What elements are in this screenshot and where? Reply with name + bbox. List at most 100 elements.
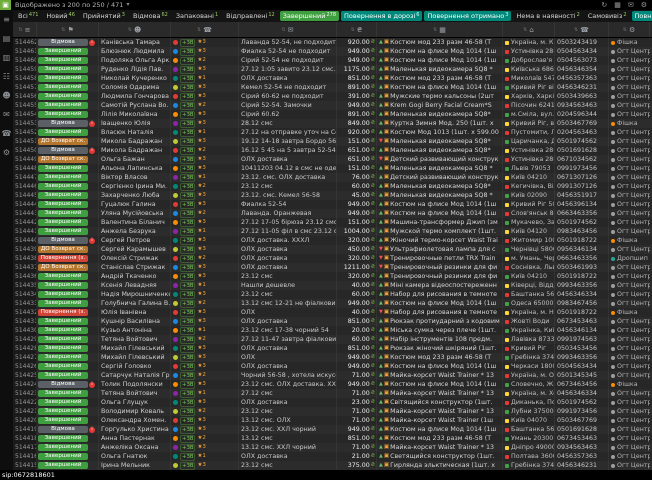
call-button[interactable]: +ЗВ — [180, 345, 195, 353]
customer-phone[interactable]: 0456346231 — [555, 461, 609, 470]
product-cell[interactable]: ▲ ▣ Гирлянда эльктическая (1шт. х — [377, 461, 503, 470]
table-row[interactable]: 514443 Завершений Уляна Мусійовська +ЗВ … — [13, 209, 652, 218]
order-comment[interactable]: ОЛХ доставка — [239, 362, 337, 371]
call-button[interactable]: +ЗВ — [180, 327, 195, 335]
customer-phone[interactable]: 0504563434 — [555, 362, 609, 371]
table-row[interactable]: 514426 Завершений Сергій Головко +ЗВ ★3 … — [13, 362, 652, 371]
sidebar-mail-icon[interactable]: ✉ — [3, 111, 10, 119]
table-row[interactable]: 514446 Завершений Сергієнко Ірина Ми. +З… — [13, 182, 652, 191]
call-button[interactable]: +ЗВ — [180, 435, 195, 443]
order-comment[interactable]: 23.12 смс. ХХЛ чорний — [239, 425, 337, 434]
call-button[interactable]: +ЗВ — [180, 363, 195, 371]
order-comment[interactable]: ОЛХ доставка — [239, 263, 337, 272]
customer-phone[interactable]: 0501974562 — [555, 398, 609, 407]
order-comment[interactable]: Чорний 56-58 , хотела искусст. — [239, 371, 337, 380]
order-comment[interactable]: 13.12 смс. ОЛХ — [239, 416, 337, 425]
status-badge[interactable]: Відмова — [38, 237, 88, 244]
order-comment[interactable]: ОЛХ доставка. ХХХЛ — [239, 236, 337, 245]
call-button[interactable]: +ЗВ — [180, 255, 195, 263]
status-badge[interactable]: Відмова — [38, 381, 88, 388]
table-row[interactable]: 514435 Завершений Ксенія Левадняя +ЗВ ★1… — [13, 281, 652, 290]
call-button[interactable]: +ЗВ — [180, 309, 195, 317]
sort-icon[interactable]: ⇅ — [61, 27, 65, 33]
customer-name[interactable]: Віктор Власов — [99, 173, 171, 182]
customer-name[interactable]: Кушнір Василівна — [99, 317, 171, 326]
order-comment[interactable]: 28.12 смс — [239, 119, 337, 128]
order-comment[interactable]: 13.12 смс 12-21 не фіалковий 52-54 — [239, 299, 337, 308]
order-comment[interactable]: 27.12 1:05 завито 23.12 смс. 52- — [239, 65, 337, 74]
customer-phone[interactable]: 0501691628 — [555, 146, 609, 155]
status-badge[interactable]: Завершений — [38, 372, 88, 379]
table-row[interactable]: 514450 Відмова i Микола Бадражан +ЗВ ★2 … — [13, 146, 652, 155]
product-cell[interactable]: ▲ ▣ Костюм на флисе Мод 1014 (1ш — [377, 209, 503, 218]
status-badge[interactable]: Завершений — [38, 462, 88, 469]
status-badge[interactable]: Завершений — [38, 102, 88, 109]
call-button[interactable]: +ЗВ — [180, 453, 195, 461]
table-row[interactable]: 514432 Повернення (з. Юлія Іванівна +ЗВ … — [13, 308, 652, 317]
call-button[interactable]: +ЗВ — [180, 264, 195, 272]
status-badge[interactable]: Завершений — [38, 300, 88, 307]
call-button[interactable]: +ЗВ — [180, 39, 195, 47]
call-button[interactable]: +ЗВ — [180, 84, 195, 92]
product-cell[interactable]: ▲ ▣ Костюм на флисе Мод 1014 (1ш — [377, 83, 503, 92]
customer-name[interactable]: Олександра Хомен. — [99, 416, 171, 425]
table-row[interactable]: 514425 Завершений Сатарчук Наталія Гр. +… — [13, 371, 652, 380]
customer-phone[interactable]: 0983467456 — [555, 299, 609, 308]
call-button[interactable]: +ЗВ — [180, 300, 195, 308]
sidebar-clients-icon[interactable]: ☻ — [2, 92, 10, 100]
order-comment[interactable]: 27.12 11-05 філ в смс 23.12 смс. 2 ф. — [239, 227, 337, 236]
status-badge[interactable]: Завершений — [38, 417, 88, 424]
order-comment[interactable]: ОЛХ доставка — [239, 452, 337, 461]
tab-7[interactable]: Повернення в дорозі6 — [341, 11, 422, 21]
customer-phone[interactable]: 0671034562 — [555, 155, 609, 164]
customer-name[interactable]: Сергей Петров — [99, 236, 171, 245]
customer-phone[interactable]: 0204596344 — [555, 110, 609, 119]
app-logo-icon[interactable]: ▣ — [0, 0, 11, 10]
status-badge[interactable]: Відмова — [38, 426, 88, 433]
table-row[interactable]: 514434 Завершений Надія Мирошниченко +ЗВ… — [13, 290, 652, 299]
customer-name[interactable]: Ірина Мельник — [99, 461, 171, 470]
product-cell[interactable]: ▲ ▣ Костюм мод 233 разм 46-58 (Т — [377, 38, 503, 47]
customer-name[interactable]: Валентина Біланич — [99, 218, 171, 227]
product-cell[interactable]: ▲ ▣ Костюм на флисе Мод 1014 (1ш — [377, 380, 503, 389]
product-cell[interactable]: ▲ ▣ Майка-корсет Waist Trainer * 13 — [377, 407, 503, 416]
status-badge[interactable]: Завершений — [38, 174, 88, 181]
sidebar-orders-icon[interactable]: ☷ — [3, 73, 10, 81]
customer-phone[interactable]: 0991307126 — [555, 182, 609, 191]
call-button[interactable]: +ЗВ — [180, 201, 195, 209]
customer-name[interactable]: Гуцалюк Галина — [99, 200, 171, 209]
status-badge[interactable]: Завершений — [38, 201, 88, 208]
customer-phone[interactable]: 0983463456 — [555, 227, 609, 236]
table-row[interactable]: 514457 Завершений Соломія Одарима +ЗВ ★3… — [13, 83, 652, 92]
status-badge[interactable]: Завершений — [38, 111, 88, 118]
customer-phone[interactable]: 0456346334 — [555, 389, 609, 398]
order-comment[interactable]: ОЛХ доставка — [239, 155, 337, 164]
mail-icon[interactable]: ✉ — [628, 0, 634, 10]
customer-phone[interactable]: 0504563434 — [555, 47, 609, 56]
info-icon[interactable]: i — [89, 148, 95, 154]
call-button[interactable]: +ЗВ — [180, 183, 195, 191]
table-row[interactable]: 514441 Завершений Анжела Безрука +ЗВ ★1 … — [13, 227, 652, 236]
product-cell[interactable]: ▲ ▣ Костюм на флисе Мод 1014 (1ш — [377, 299, 503, 308]
status-badge[interactable]: Відмова — [38, 120, 88, 127]
order-comment[interactable]: 27.12 17-05 бірюза 23.12 смс. ХХЛ — [239, 218, 337, 227]
customer-name[interactable]: Анжеліка Оксана — [99, 443, 171, 452]
table-row[interactable]: 514429 Завершений Тетяна Войтович +ЗВ ★2… — [13, 335, 652, 344]
order-comment[interactable]: Сірий 52-54 не подходит — [239, 56, 337, 65]
table-row[interactable]: 514455 Завершений Самотій Руслана Во. +З… — [13, 101, 652, 110]
customer-phone[interactable]: 0456346354 — [555, 65, 609, 74]
table-row[interactable]: 514422 Завершений Ольга Глущук +ЗВ ★3 ОЛ… — [13, 398, 652, 407]
customer-name[interactable]: Блюзнюк Людмила — [99, 47, 171, 56]
tab-2[interactable]: Прийнятий3 — [80, 11, 128, 21]
status-badge[interactable]: Завершений — [38, 363, 88, 370]
call-button[interactable]: +ЗВ — [180, 75, 195, 83]
column-header-comment-icon[interactable]: ⇅✉ — [239, 22, 337, 37]
order-comment[interactable]: Сірий 60-62 не подходит — [239, 92, 337, 101]
tab-4[interactable]: Запаковані1 — [173, 11, 221, 21]
call-button[interactable]: +ЗВ — [180, 291, 195, 299]
order-comment[interactable]: 27.12 смс — [239, 389, 337, 398]
customer-name[interactable]: Соломія Одарима — [99, 83, 171, 92]
order-comment[interactable]: 10411203 04.12 в смс не одержали — [239, 164, 337, 173]
product-cell[interactable]: ▲ ▣ Маленькая видеокамера SQ8* — [377, 146, 503, 155]
product-cell[interactable]: ▲ ▣ Мужской термо комплект (1шт. — [377, 227, 503, 236]
